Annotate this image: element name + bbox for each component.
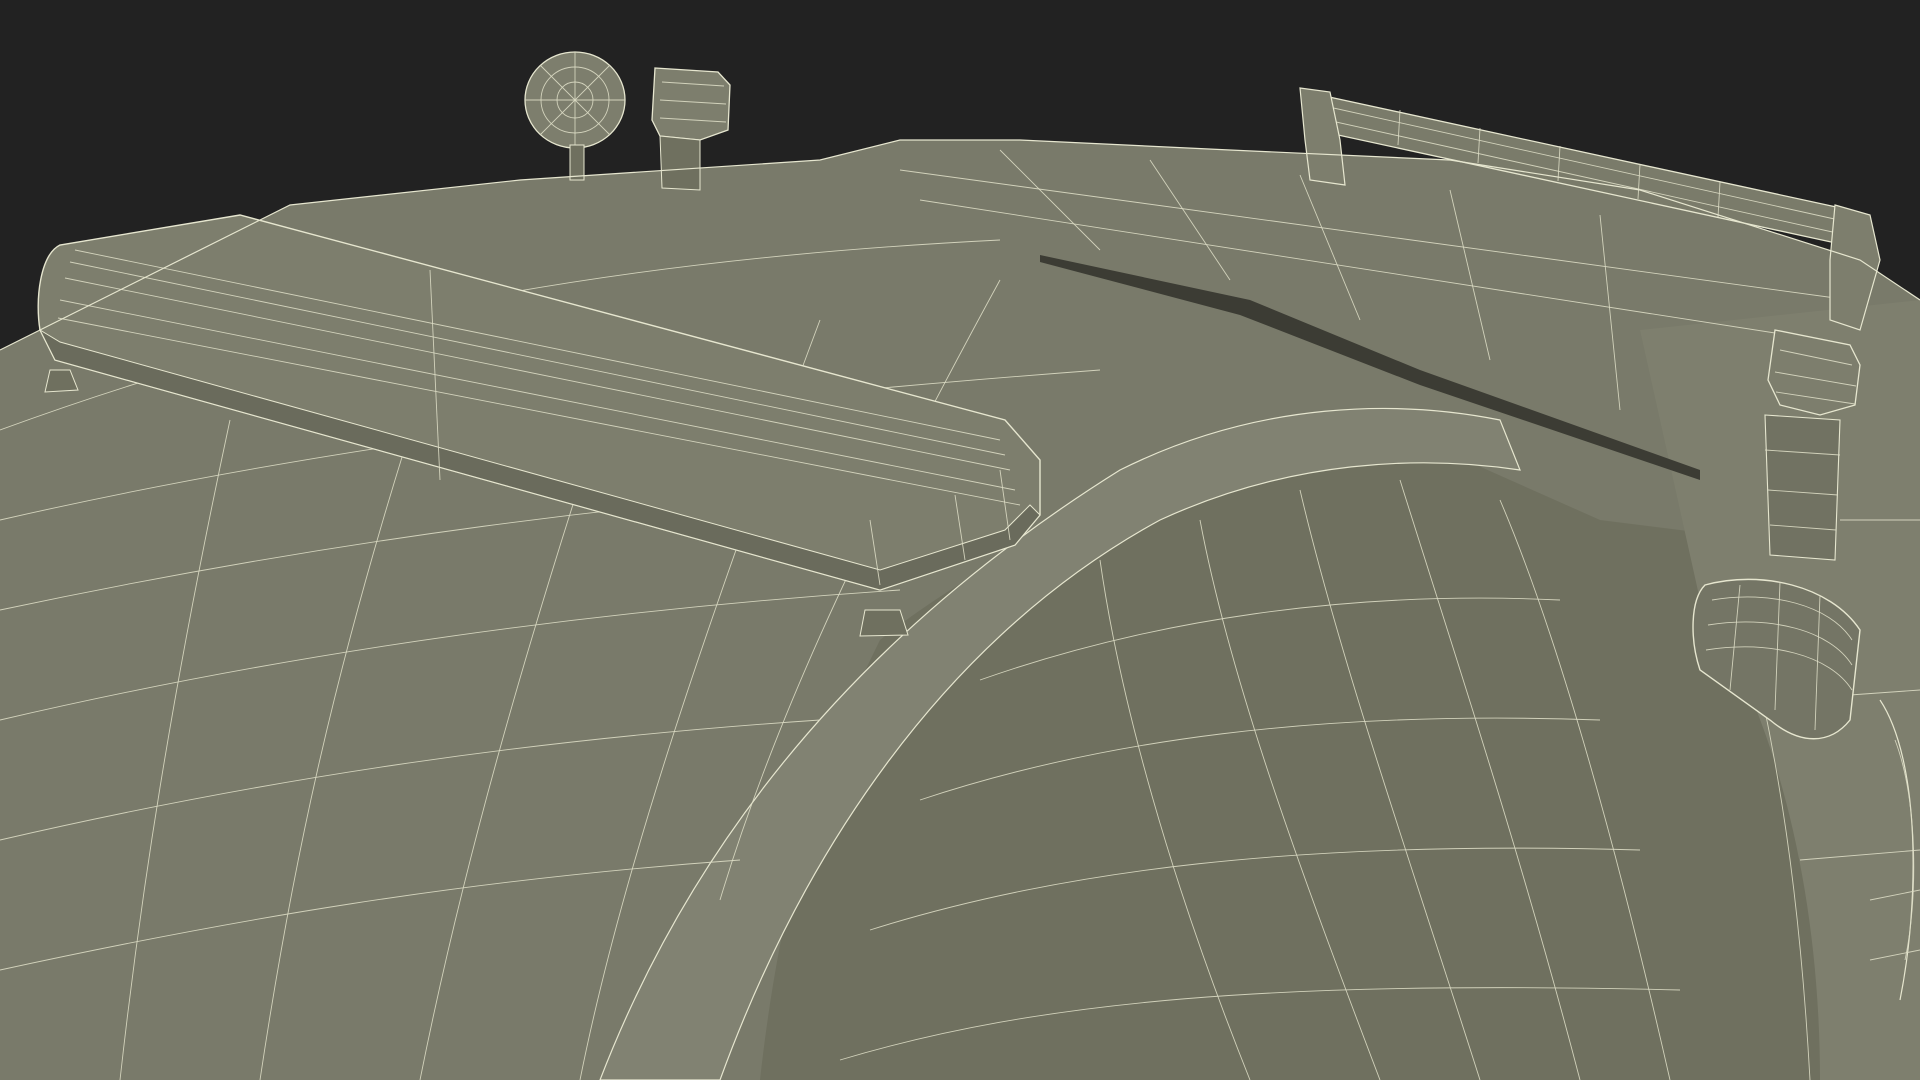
wireframe-viewport [0, 0, 1920, 1080]
